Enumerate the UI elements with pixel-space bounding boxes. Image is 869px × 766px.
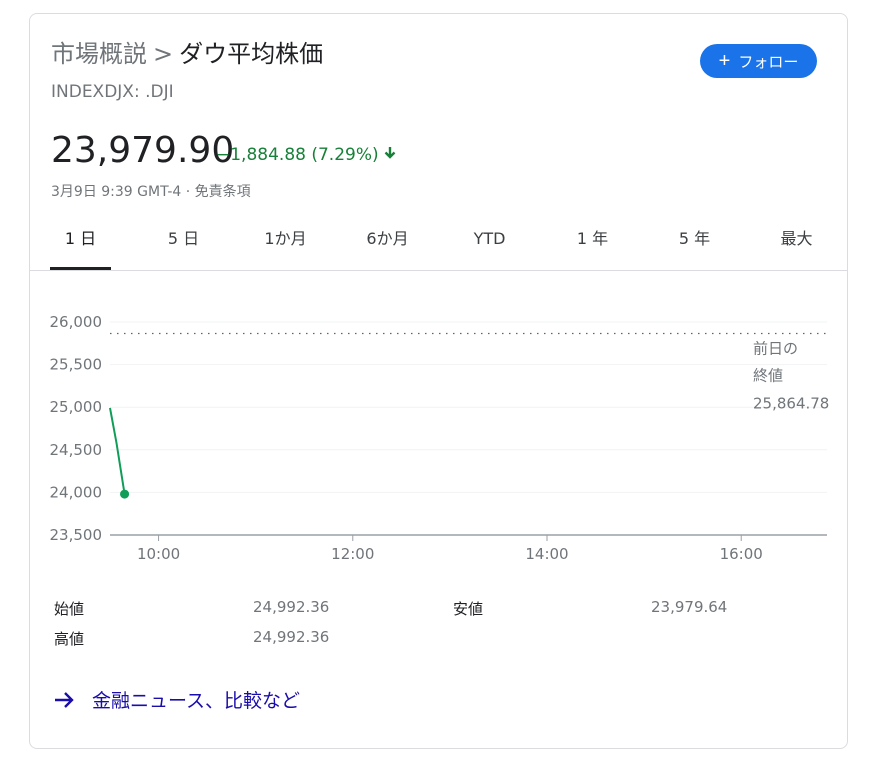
y-tick-label: 26,000 [50, 313, 103, 331]
y-tick-label: 25,000 [50, 398, 103, 416]
plus-icon: + [718, 50, 731, 72]
price-change-text: −1,884.88 (7.29%) [216, 145, 379, 165]
price-line [109, 407, 126, 495]
ticker-symbol: INDEXDJX: .DJI [51, 82, 174, 102]
stat-low-value: 23,979.64 [651, 598, 728, 616]
x-tick-label: 14:00 [525, 545, 568, 563]
stat-open-label: 始値 [54, 600, 85, 618]
previous-close-value: 25,864.78 [753, 395, 829, 413]
previous-close-label: 終値 [753, 367, 783, 385]
timestamp-disclaimer: 3月9日 9:39 GMT-4 · 免責条項 [51, 184, 251, 200]
stat-high-value: 24,992.36 [253, 628, 330, 646]
follow-button-label: フォロー [738, 53, 799, 71]
stat-low-label: 安値 [453, 600, 484, 618]
page-title: ダウ平均株価 [179, 40, 324, 68]
stat-open-value: 24,992.36 [253, 598, 330, 616]
breadcrumb: 市場概説 > ダウ平均株価 [51, 38, 323, 70]
arrow-down-icon [383, 145, 397, 165]
follow-button[interactable]: + フォロー [700, 44, 817, 78]
range-tabs: 1 日 5 日 1か月 6か月 YTD 1 年 5 年 最大 [29, 220, 848, 271]
more-news-label: 金融ニュース、比較など [92, 690, 301, 712]
active-tab-indicator [50, 267, 111, 270]
tab-5-day[interactable]: 5 日 [153, 220, 214, 270]
stat-high-label: 高値 [54, 630, 85, 648]
tab-5-year[interactable]: 5 年 [664, 220, 725, 270]
y-tick-label: 23,500 [50, 526, 103, 544]
x-tick-label: 16:00 [720, 545, 763, 563]
tab-6-month[interactable]: 6か月 [357, 220, 418, 270]
y-tick-label: 24,500 [50, 441, 103, 459]
previous-close-label: 前日の [753, 340, 798, 358]
breadcrumb-separator: > [153, 40, 174, 68]
y-tick-label: 25,500 [50, 356, 103, 374]
tab-ytd[interactable]: YTD [459, 220, 520, 270]
x-tick-label: 10:00 [137, 545, 180, 563]
tab-1-day[interactable]: 1 日 [50, 220, 111, 270]
tab-max[interactable]: 最大 [766, 220, 827, 270]
y-tick-label: 24,000 [50, 483, 103, 501]
breadcrumb-parent-link[interactable]: 市場概説 [51, 40, 147, 68]
price-chart[interactable]: 26,000 25,500 25,000 24,500 24,000 23,500 10:0… [0, 290, 869, 580]
current-price-dot [120, 489, 130, 499]
tab-1-year[interactable]: 1 年 [562, 220, 623, 270]
tab-1-month[interactable]: 1か月 [255, 220, 316, 270]
arrow-right-icon [52, 688, 76, 712]
more-news-link[interactable]: 金融ニュース、比較など [52, 686, 300, 713]
price-change: −1,884.88 (7.29%) [216, 145, 397, 165]
current-price: 23,979.90 [51, 130, 235, 171]
x-tick-label: 12:00 [331, 545, 374, 563]
